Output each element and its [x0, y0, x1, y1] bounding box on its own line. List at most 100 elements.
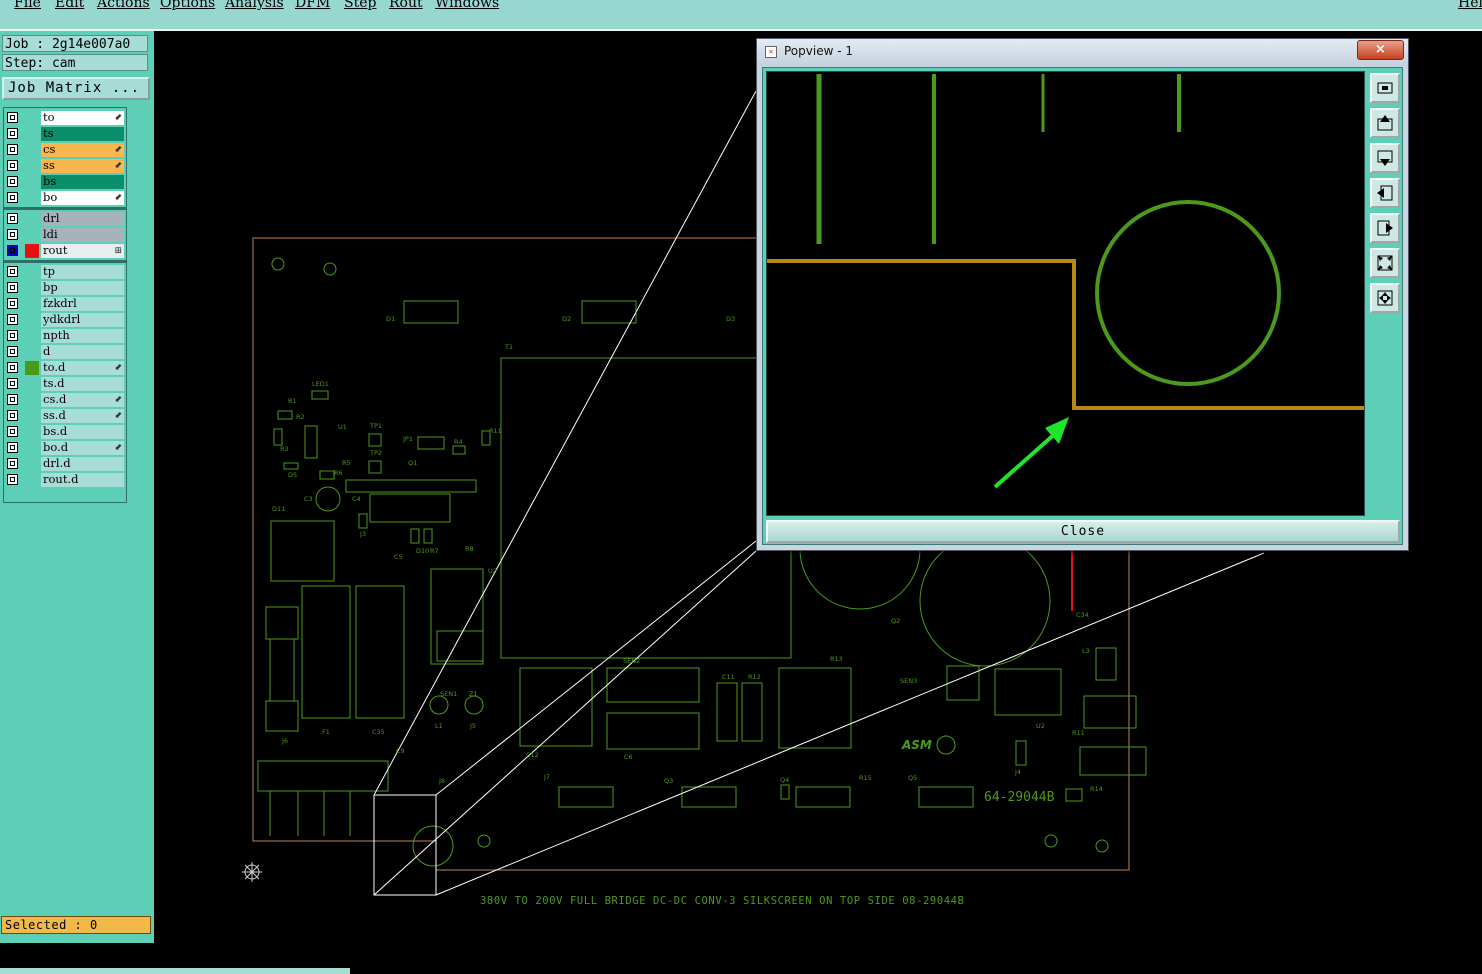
layer-checkbox[interactable] [7, 362, 18, 373]
layer-name[interactable]: cs ⬋ [41, 143, 124, 157]
layer-name[interactable]: ldi [41, 228, 124, 242]
layer-color-swatch[interactable] [25, 345, 39, 359]
layer-name[interactable]: bp [41, 281, 124, 295]
layer-row[interactable]: ydkdrl [4, 312, 126, 328]
layer-checkbox[interactable] [7, 458, 18, 469]
layer-checkbox[interactable] [7, 229, 18, 240]
job-matrix-button[interactable]: Job Matrix ... [2, 77, 150, 100]
layer-row[interactable]: cs ⬋ [4, 142, 126, 158]
layer-color-swatch[interactable] [25, 127, 39, 141]
layer-color-swatch[interactable] [25, 212, 39, 226]
layer-checkbox[interactable] [7, 176, 18, 187]
layer-name[interactable]: rout.d [41, 473, 124, 487]
window-close-button[interactable]: × [1357, 40, 1404, 60]
layer-color-swatch[interactable] [25, 313, 39, 327]
layer-row[interactable]: ldi [4, 227, 126, 243]
layer-checkbox[interactable] [7, 426, 18, 437]
layer-color-swatch[interactable] [25, 191, 39, 205]
layer-name[interactable]: d [41, 345, 124, 359]
layer-row[interactable]: ts [4, 126, 126, 142]
layer-checkbox[interactable] [7, 298, 18, 309]
layer-row[interactable]: fzkdrl [4, 296, 126, 312]
menu-file[interactable]: File [14, 0, 41, 11]
zoom-in-icon[interactable] [1370, 248, 1400, 278]
layer-color-swatch[interactable] [25, 265, 39, 279]
layer-row[interactable]: cs.d ⬋ [4, 392, 126, 408]
layer-row[interactable]: bs.d [4, 424, 126, 440]
layer-color-swatch[interactable] [25, 457, 39, 471]
layer-row[interactable]: d [4, 344, 126, 360]
menu-help[interactable]: Hel [1458, 0, 1482, 11]
layer-color-swatch[interactable] [25, 425, 39, 439]
layer-name[interactable]: drl.d [41, 457, 124, 471]
pan-up-icon[interactable] [1370, 108, 1400, 138]
layer-row[interactable]: rout.d [4, 472, 126, 488]
layer-row[interactable]: ss ⬋ [4, 158, 126, 174]
layer-row[interactable]: drl [4, 211, 126, 227]
popview-titlebar[interactable]: ✕ Popview - 1 × [757, 39, 1408, 66]
layer-checkbox[interactable] [7, 245, 18, 256]
layer-checkbox[interactable] [7, 378, 18, 389]
zoom-fit-icon[interactable] [1370, 73, 1400, 103]
layer-row[interactable]: ss.d ⬋ [4, 408, 126, 424]
layer-checkbox[interactable] [7, 474, 18, 485]
layer-name[interactable]: fzkdrl [41, 297, 124, 311]
pan-down-icon[interactable] [1370, 143, 1400, 173]
layer-row[interactable]: to ⬋ [4, 110, 126, 126]
layer-row[interactable]: bo ⬋ [4, 190, 126, 206]
layer-name[interactable]: bs [41, 175, 124, 189]
layer-name[interactable]: bo ⬋ [41, 191, 124, 205]
layer-checkbox[interactable] [7, 282, 18, 293]
layer-row[interactable]: tp [4, 264, 126, 280]
layer-color-swatch[interactable] [25, 473, 39, 487]
layer-row[interactable]: ts.d [4, 376, 126, 392]
layer-color-swatch[interactable] [25, 228, 39, 242]
layer-checkbox[interactable] [7, 192, 18, 203]
layer-row[interactable]: rout ⊞ [4, 243, 126, 259]
layer-color-swatch[interactable] [25, 329, 39, 343]
layer-name[interactable]: rout ⊞ [41, 244, 124, 258]
layer-name[interactable]: ts [41, 127, 124, 141]
layer-checkbox[interactable] [7, 314, 18, 325]
layer-name[interactable]: npth [41, 329, 124, 343]
layer-checkbox[interactable] [7, 410, 18, 421]
layer-row[interactable]: bs [4, 174, 126, 190]
layer-color-swatch[interactable] [25, 297, 39, 311]
layer-name[interactable]: bs.d [41, 425, 124, 439]
layer-name[interactable]: to ⬋ [41, 111, 124, 125]
menu-actions[interactable]: Actions [97, 0, 150, 11]
layer-row[interactable]: drl.d [4, 456, 126, 472]
layer-checkbox[interactable] [7, 346, 18, 357]
layer-color-swatch[interactable] [25, 281, 39, 295]
pan-right-icon[interactable] [1370, 213, 1400, 243]
menu-analysis[interactable]: Analysis [225, 0, 284, 11]
layer-row[interactable]: to.d ⬋ [4, 360, 126, 376]
layer-checkbox[interactable] [7, 213, 18, 224]
layer-checkbox[interactable] [7, 330, 18, 341]
layer-color-swatch[interactable] [25, 441, 39, 455]
layer-checkbox[interactable] [7, 442, 18, 453]
layer-name[interactable]: cs.d ⬋ [41, 393, 124, 407]
menu-windows[interactable]: Windows [435, 0, 499, 11]
layer-color-swatch[interactable] [25, 175, 39, 189]
popview-close-button[interactable]: Close [766, 520, 1400, 543]
layer-name[interactable]: drl [41, 212, 124, 226]
menu-dfm[interactable]: DFM [295, 0, 330, 11]
layer-checkbox[interactable] [7, 266, 18, 277]
layer-name[interactable]: to.d ⬋ [41, 361, 124, 375]
menu-step[interactable]: Step [344, 0, 376, 11]
layer-checkbox[interactable] [7, 144, 18, 155]
pan-left-icon[interactable] [1370, 178, 1400, 208]
layer-color-swatch[interactable] [25, 111, 39, 125]
layer-name[interactable]: ydkdrl [41, 313, 124, 327]
layer-color-swatch[interactable] [25, 393, 39, 407]
layer-row[interactable]: npth [4, 328, 126, 344]
layer-checkbox[interactable] [7, 128, 18, 139]
layer-name[interactable]: tp [41, 265, 124, 279]
layer-color-swatch[interactable] [25, 159, 39, 173]
layer-row[interactable]: bp [4, 280, 126, 296]
layer-name[interactable]: ts.d [41, 377, 124, 391]
popview-canvas[interactable] [766, 71, 1365, 516]
layer-checkbox[interactable] [7, 112, 18, 123]
layer-checkbox[interactable] [7, 394, 18, 405]
